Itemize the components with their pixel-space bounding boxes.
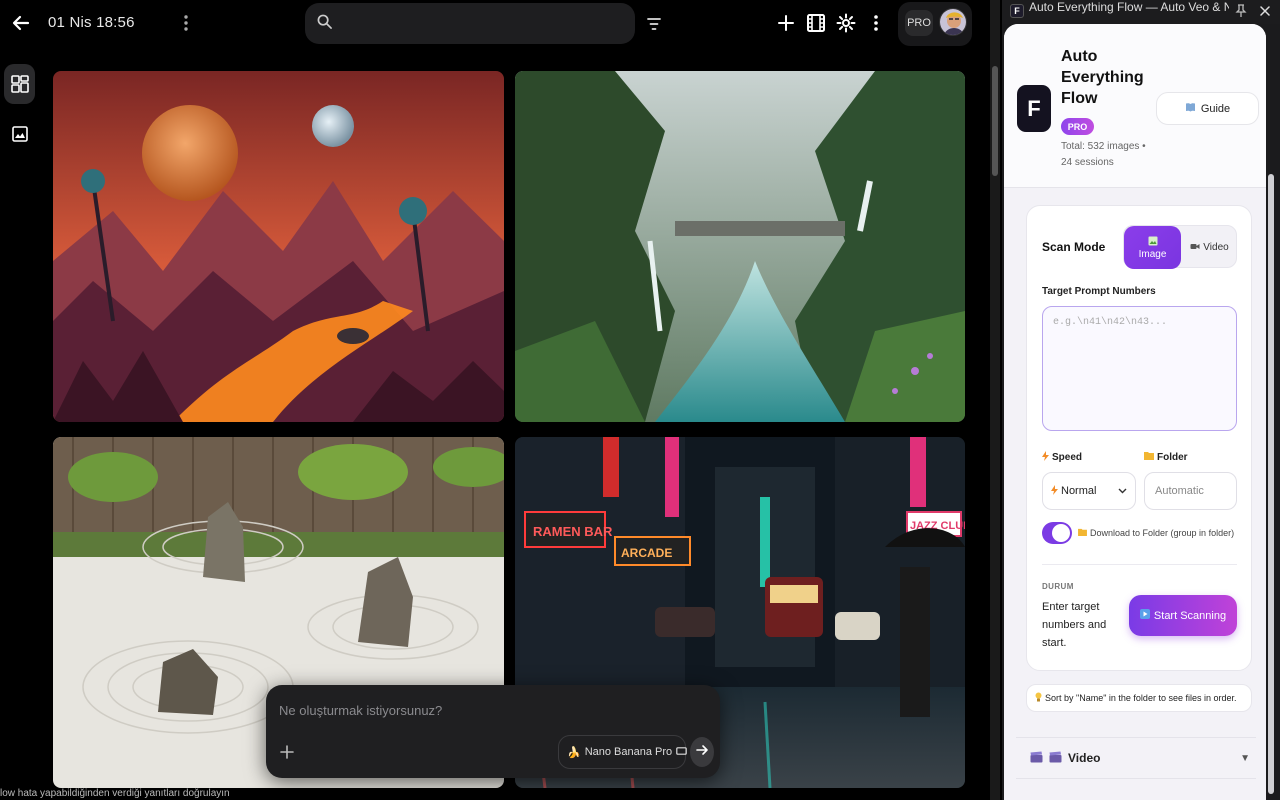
speed-label-row: Speed (1042, 451, 1082, 464)
chevron-down-icon (1118, 485, 1127, 497)
main-scrollbar-thumb[interactable] (992, 66, 998, 176)
dashboard-view-icon[interactable] (4, 64, 35, 104)
film-icon[interactable] (804, 11, 828, 35)
alien-landscape-image (53, 71, 504, 422)
mode-image-button[interactable]: Image (1124, 226, 1181, 269)
scan-mode-label: Scan Mode (1042, 240, 1106, 254)
svg-text:RAMEN BAR: RAMEN BAR (533, 524, 613, 539)
status-heading: DURUM (1042, 582, 1074, 591)
video-camera-icon (1190, 242, 1200, 254)
extension-scrollbar[interactable] (1268, 174, 1274, 794)
folder-icon (1144, 451, 1154, 463)
forest-waterfall-image (515, 71, 965, 422)
prompt-input[interactable] (279, 703, 699, 718)
scan-card: Scan Mode Image Video Target Prompt Numb… (1026, 205, 1252, 671)
scan-mode-toggle: Image Video (1123, 225, 1238, 269)
app-name: Auto Everything Flow (1061, 48, 1144, 107)
search-bar[interactable] (305, 3, 635, 44)
video-section-label: Video (1068, 751, 1101, 765)
clapper-icon (1049, 751, 1062, 766)
prompt-composer: 🍌 Nano Banana Pro x1 (266, 685, 720, 778)
arrow-right-icon (695, 743, 709, 762)
folder-icon (1078, 528, 1087, 538)
search-input[interactable] (340, 15, 620, 32)
extension-header: F Auto Everything Flow PRO Total: 532 im… (1004, 24, 1266, 188)
guide-button[interactable]: Guide (1156, 92, 1259, 125)
folder-label-row: Folder (1144, 451, 1188, 463)
mode-image-label: Image (1138, 248, 1167, 260)
tip-text: Sort by "Name" in the folder to see file… (1045, 693, 1237, 703)
model-label: Nano Banana Pro (584, 746, 673, 758)
total-stats: Total: 532 images • 24 sessions (1061, 141, 1146, 168)
image-view-icon[interactable] (4, 114, 35, 154)
download-label: Download to Folder (group in folder) (1090, 528, 1235, 538)
start-scanning-label: Start Scanning (1153, 609, 1227, 622)
image-tile-alien-landscape[interactable] (53, 71, 504, 422)
image-icon (1148, 236, 1158, 249)
download-to-folder-toggle[interactable] (1042, 522, 1072, 544)
folder-input[interactable] (1144, 472, 1237, 510)
pin-icon[interactable] (1234, 3, 1248, 19)
lightbulb-icon (1035, 692, 1042, 704)
play-icon (1139, 609, 1150, 622)
video-section-header[interactable]: Video ▼ (1016, 737, 1256, 779)
mode-video-button[interactable]: Video (1181, 226, 1238, 269)
book-icon (1185, 102, 1196, 115)
speed-select[interactable]: Normal (1042, 472, 1136, 510)
status-message: Enter target numbers and start. (1042, 601, 1107, 649)
model-selector[interactable]: 🍌 Nano Banana Pro x1 (558, 735, 703, 769)
add-icon[interactable] (275, 740, 299, 764)
lightning-icon (1051, 484, 1058, 498)
lightning-icon (1042, 451, 1049, 464)
extension-panel: F Auto Everything Flow PRO Total: 532 im… (1004, 24, 1266, 800)
aspect-ratio-icon (676, 746, 687, 758)
more-vert-icon[interactable] (864, 11, 888, 35)
footer-disclaimer: low hata yapabildiğinden verdiği yanıtla… (0, 788, 230, 799)
target-prompt-label: Target Prompt Numbers (1042, 286, 1156, 297)
close-icon[interactable] (1258, 3, 1272, 19)
add-icon[interactable] (774, 11, 798, 35)
target-prompt-input[interactable] (1042, 306, 1237, 431)
gear-icon[interactable] (834, 11, 858, 35)
search-icon (317, 14, 332, 34)
caret-down-icon: ▼ (1240, 752, 1250, 764)
avatar[interactable] (939, 8, 967, 36)
banana-icon: 🍌 (567, 746, 581, 759)
main-scrollbar[interactable] (990, 0, 1000, 800)
extension-body: F Auto Everything Flow PRO Total: 532 im… (1002, 24, 1280, 800)
svg-text:ARCADE: ARCADE (621, 546, 672, 560)
mode-video-label: Video (1203, 242, 1229, 253)
send-button[interactable] (690, 737, 714, 767)
folder-label: Folder (1157, 451, 1188, 463)
pro-badge: PRO (1061, 118, 1094, 135)
page-title: 01 Nis 18:56 (48, 14, 135, 31)
back-arrow-icon[interactable] (8, 10, 34, 36)
sort-tip: Sort by "Name" in the folder to see file… (1026, 684, 1252, 712)
extension-title-bar: F Auto Everything Flow — Auto Veo & Na..… (1002, 0, 1280, 24)
more-vert-icon[interactable] (177, 12, 195, 34)
download-option-row: Download to Folder (group in folder) (1078, 528, 1234, 538)
app-logo: F (1017, 85, 1051, 132)
filter-icon[interactable] (642, 12, 666, 36)
speed-label: Speed (1052, 452, 1083, 463)
start-scanning-button[interactable]: Start Scanning (1129, 595, 1237, 636)
divider (1042, 564, 1237, 565)
guide-label: Guide (1200, 102, 1231, 115)
clapper-icon (1030, 751, 1043, 766)
toggle-knob (1052, 524, 1070, 542)
speed-value: Normal (1061, 485, 1097, 497)
image-tile-forest-waterfall[interactable] (515, 71, 965, 422)
top-bar: 01 Nis 18:56 PRO (0, 0, 990, 48)
extension-favicon: F (1010, 4, 1024, 18)
extension-window-title: Auto Everything Flow — Auto Veo & Na... (1029, 0, 1229, 14)
pro-badge[interactable]: PRO (905, 10, 933, 36)
